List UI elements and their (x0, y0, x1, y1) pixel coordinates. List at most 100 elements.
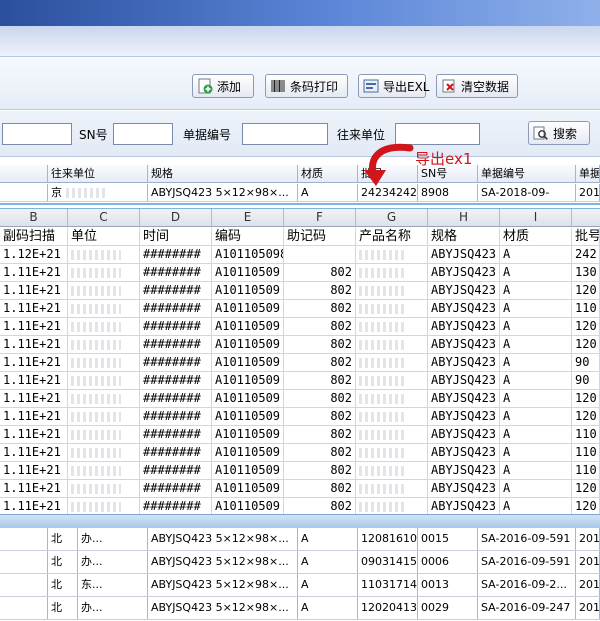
sheet-cell[interactable]: 802 (284, 444, 356, 461)
table-row[interactable]: 1.11E+21 ######## A10110509 802 ABYJSQ423 A 11… (0, 462, 600, 480)
grid-header-cell[interactable]: 规格 (148, 165, 298, 182)
sheet-cell[interactable] (284, 246, 356, 263)
table-row[interactable]: 1.11E+21 ######## A10110509 802 ABYJSQ423 A 12… (0, 282, 600, 300)
sheet-cell[interactable]: 1.11E+21 (0, 390, 68, 407)
sheet-cell[interactable]: 1.11E+21 (0, 408, 68, 425)
sheet-cell[interactable] (68, 480, 140, 497)
sheet-cell[interactable]: A10110509 (212, 462, 284, 479)
sheet-cell[interactable]: ABYJSQ423 (428, 444, 500, 461)
sheet-cell[interactable]: 编码 (212, 228, 284, 245)
sheet-cell[interactable]: ######## (140, 318, 212, 335)
column-letter-d[interactable]: D (140, 209, 212, 226)
column-letter-g[interactable]: G (356, 209, 428, 226)
sheet-cell[interactable]: 242 (572, 246, 600, 263)
sheet-cell[interactable]: 110 (572, 444, 600, 461)
sheet-cell[interactable]: A (500, 498, 572, 514)
sheet-cell[interactable]: A (500, 444, 572, 461)
sheet-cell[interactable]: 110 (572, 462, 600, 479)
sheet-cell[interactable]: 时间 (140, 228, 212, 245)
sheet-cell[interactable]: ABYJSQ423 (428, 300, 500, 317)
sheet-cell[interactable] (356, 408, 428, 425)
sheet-cell[interactable]: 110 (572, 426, 600, 443)
sheet-cell[interactable]: ######## (140, 300, 212, 317)
sheet-cell[interactable] (68, 426, 140, 443)
grid-header-cell[interactable]: 材质 (298, 165, 358, 182)
sheet-cell[interactable]: A10110509 (212, 372, 284, 389)
sheet-cell[interactable]: A (500, 354, 572, 371)
sheet-cell[interactable]: 1.12E+21 (0, 246, 68, 263)
sheet-cell[interactable]: 1.11E+21 (0, 480, 68, 497)
sheet-cell[interactable]: A10110509 (212, 408, 284, 425)
sheet-cell[interactable] (68, 354, 140, 371)
sheet-cell[interactable]: 802 (284, 264, 356, 281)
sheet-cell[interactable] (356, 480, 428, 497)
barcode-print-button[interactable]: 条码打印 (265, 74, 348, 98)
sheet-cell[interactable] (68, 372, 140, 389)
sheet-cell[interactable]: A101105098 (212, 246, 284, 263)
sheet-cell[interactable]: ######## (140, 498, 212, 514)
sheet-cell[interactable]: ######## (140, 444, 212, 461)
sheet-cell[interactable]: 1.11E+21 (0, 336, 68, 353)
sheet-cell[interactable]: ######## (140, 264, 212, 281)
sheet-cell[interactable]: 产品名称 (356, 228, 428, 245)
table-row[interactable]: 1.11E+21 ######## A10110509 802 ABYJSQ423 A 90 (0, 372, 600, 390)
sheet-cell[interactable]: ABYJSQ423 (428, 462, 500, 479)
sheet-cell[interactable]: 802 (284, 390, 356, 407)
sheet-cell[interactable]: 1.11E+21 (0, 300, 68, 317)
sheet-cell[interactable]: 120 (572, 336, 600, 353)
sheet-cell[interactable]: 802 (284, 498, 356, 514)
sheet-cell[interactable]: 130 (572, 264, 600, 281)
sheet-cell[interactable] (68, 462, 140, 479)
sheet-cell[interactable]: 802 (284, 318, 356, 335)
sheet-cell[interactable]: A (500, 408, 572, 425)
sheet-cell[interactable]: 1.11E+21 (0, 444, 68, 461)
sheet-cell[interactable]: ######## (140, 480, 212, 497)
sheet-cell[interactable] (68, 444, 140, 461)
grid-header-cell[interactable]: 往来单位 (48, 165, 148, 182)
sn-input[interactable] (113, 123, 173, 145)
table-row[interactable]: 1.11E+21 ######## A10110509 802 ABYJSQ423 A 12… (0, 336, 600, 354)
column-letter-c[interactable]: C (68, 209, 140, 226)
sheet-cell[interactable]: A10110509 (212, 300, 284, 317)
clear-data-button[interactable]: 清空数据 (436, 74, 518, 98)
sheet-cell[interactable] (68, 318, 140, 335)
sheet-cell[interactable]: A10110509 (212, 264, 284, 281)
sheet-cell[interactable]: A (500, 480, 572, 497)
sheet-cell[interactable]: ABYJSQ423 (428, 318, 500, 335)
column-letter-f[interactable]: F (284, 209, 356, 226)
sheet-cell[interactable] (356, 300, 428, 317)
sheet-cell[interactable]: 规格 (428, 228, 500, 245)
sheet-cell[interactable]: 802 (284, 282, 356, 299)
sheet-cell[interactable]: 120 (572, 480, 600, 497)
sheet-cell[interactable]: ######## (140, 354, 212, 371)
sheet-cell[interactable]: 120 (572, 282, 600, 299)
column-letter-i[interactable]: I (500, 209, 572, 226)
table-row[interactable]: 1.11E+21 ######## A10110509 802 ABYJSQ423 A 12… (0, 498, 600, 514)
sheet-cell[interactable]: A10110509 (212, 426, 284, 443)
sheet-cell[interactable]: ABYJSQ423 (428, 426, 500, 443)
sheet-cell[interactable] (356, 444, 428, 461)
sheet-cell[interactable] (356, 498, 428, 514)
sheet-cell[interactable]: 1.11E+21 (0, 318, 68, 335)
sheet-cell[interactable]: A (500, 246, 572, 263)
sheet-cell[interactable] (356, 246, 428, 263)
sheet-cell[interactable]: A10110509 (212, 318, 284, 335)
sheet-cell[interactable]: A10110509 (212, 282, 284, 299)
add-button[interactable]: 添加 (192, 74, 254, 98)
sheet-cell[interactable] (356, 264, 428, 281)
sheet-cell[interactable]: 120 (572, 408, 600, 425)
sheet-cell[interactable]: ABYJSQ423 (428, 480, 500, 497)
column-letter-h[interactable]: H (428, 209, 500, 226)
doc-no-input[interactable] (242, 123, 328, 145)
sheet-cell[interactable]: 1.11E+21 (0, 354, 68, 371)
sheet-cell[interactable]: A10110509 (212, 354, 284, 371)
sheet-cell[interactable]: A (500, 462, 572, 479)
sheet-cell[interactable]: ######## (140, 372, 212, 389)
sheet-cell[interactable]: ######## (140, 246, 212, 263)
sheet-cell[interactable]: A (500, 264, 572, 281)
sheet-cell[interactable]: ABYJSQ423 (428, 354, 500, 371)
sheet-cell[interactable] (356, 336, 428, 353)
sheet-cell[interactable]: ######## (140, 426, 212, 443)
sheet-cell[interactable]: ABYJSQ423 (428, 246, 500, 263)
sheet-cell[interactable] (68, 498, 140, 514)
